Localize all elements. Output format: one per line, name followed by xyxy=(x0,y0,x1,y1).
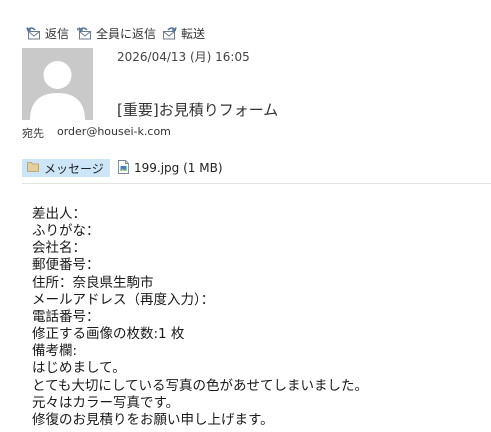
body-line: 差出人： xyxy=(32,206,86,222)
reply-all-label: 全員に返信 xyxy=(96,26,157,41)
person-silhouette-icon xyxy=(30,61,85,120)
message-body: 差出人： ふりがな： 会社名： 郵便番号： 住所：奈良県生駒市 メールアドレス（… xyxy=(32,206,487,430)
reply-icon xyxy=(26,26,41,40)
body-line: 会社名： xyxy=(32,240,86,257)
message-tab[interactable]: メッセージ xyxy=(22,159,110,177)
body-line: 備考欄: xyxy=(32,343,78,360)
body-line: とても大切にしている写真の色があせてしまいました。 xyxy=(32,377,369,394)
body-line: はじめまして。 xyxy=(32,360,126,377)
message-date: 2026/04/13 (月) 16:05 xyxy=(117,50,250,64)
reply-all-button[interactable]: 全員に返信 xyxy=(77,24,156,42)
folder-icon xyxy=(27,161,39,175)
body-line: ふりがな： xyxy=(32,223,100,240)
reply-button[interactable]: 返信 xyxy=(26,24,69,42)
to-label: 宛先 xyxy=(22,127,44,140)
forward-button[interactable]: 転送 xyxy=(162,24,205,42)
body-line: 元々はカラー写真です。 xyxy=(32,394,180,411)
attachment-file-label: 199.jpg (1 MB) xyxy=(134,161,223,175)
recipient-row: 宛先 order@housei-k.com xyxy=(22,125,322,141)
header-divider xyxy=(22,183,491,184)
body-line: 郵便番号： xyxy=(32,257,100,274)
forward-label: 転送 xyxy=(181,26,206,41)
body-line: 電話番号： xyxy=(32,308,100,325)
to-address[interactable]: order@housei-k.com xyxy=(57,125,171,138)
forward-icon xyxy=(162,26,177,40)
reply-label: 返信 xyxy=(45,26,70,41)
body-line: 修復のお見積りをお願い申し上げます。 xyxy=(32,411,274,428)
body-line: 修正する画像の枚数:1 枚 xyxy=(32,326,185,343)
body-line: 住所：奈良県生駒市 xyxy=(32,274,154,291)
attachment-file[interactable]: 199.jpg (1 MB) xyxy=(118,159,223,177)
body-line: メールアドレス（再度入力）： xyxy=(32,291,215,308)
message-tab-label: メッセージ xyxy=(44,161,104,176)
avatar[interactable] xyxy=(22,48,93,120)
message-subject: [重要]お見積りフォーム xyxy=(117,101,279,119)
reply-all-icon xyxy=(77,26,92,40)
image-file-icon xyxy=(118,159,129,177)
